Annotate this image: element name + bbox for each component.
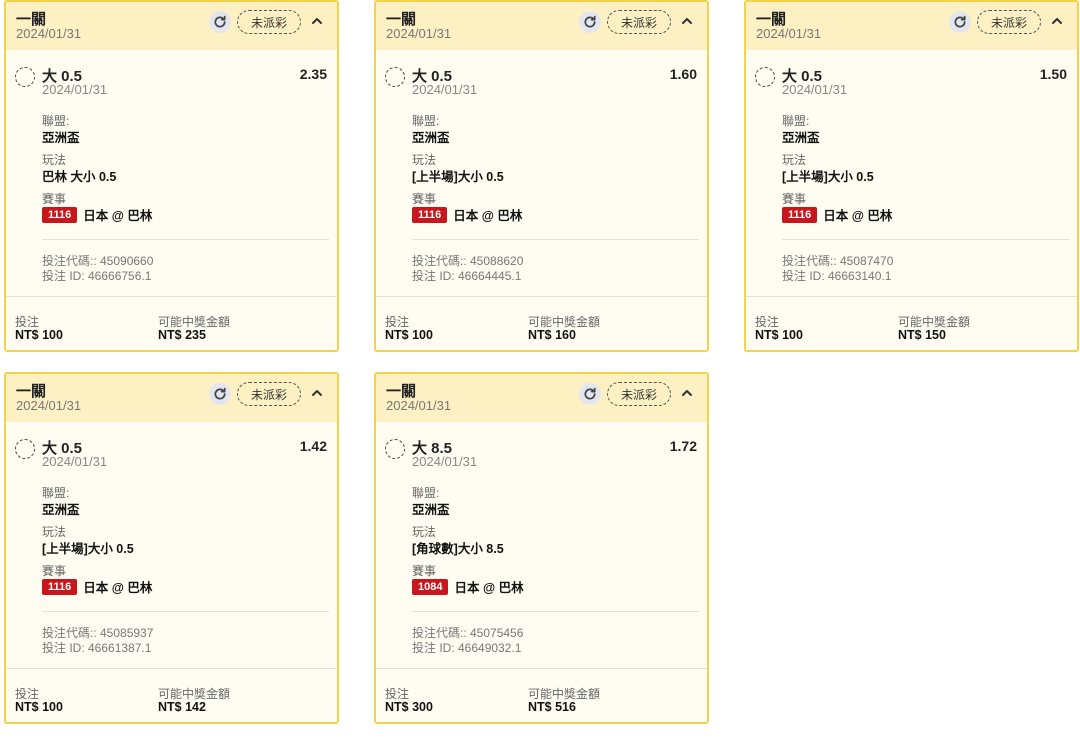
stake-value: NT$ 100 <box>15 328 63 342</box>
bet-id: 投注 ID: 46666756.1 <box>42 269 152 283</box>
bet-slip-grid: 一關 2024/01/31 未派彩 大 0.5 2024/01/31 2.35 … <box>0 0 1080 750</box>
match-name: 日本 @ 巴林 <box>453 209 523 223</box>
bet-date: 2024/01/31 <box>16 26 82 41</box>
bet-card-header[interactable]: 一關 2024/01/31 未派彩 <box>6 374 337 422</box>
status-badge: 未派彩 <box>237 382 301 406</box>
stake-value: NT$ 100 <box>15 700 63 714</box>
bet-card-footer: 投注 NT$ 100 可能中獎金額 NT$ 160 <box>376 296 707 350</box>
odds-value: 1.72 <box>669 438 697 454</box>
payout-value: NT$ 160 <box>528 328 576 342</box>
league-value: 亞洲盃 <box>412 131 450 145</box>
bet-card-header[interactable]: 一關 2024/01/31 未派彩 <box>376 2 707 50</box>
refresh-icon[interactable] <box>209 383 231 405</box>
match-row: 1116 日本 @ 巴林 <box>412 205 522 224</box>
divider <box>42 239 329 240</box>
bet-date: 2024/01/31 <box>386 398 452 413</box>
stake-value: NT$ 100 <box>755 328 803 342</box>
bet-date: 2024/01/31 <box>386 26 452 41</box>
radio-circle-icon[interactable] <box>755 67 775 87</box>
payout-value: NT$ 142 <box>158 700 206 714</box>
selection-date: 2024/01/31 <box>42 454 108 469</box>
status-badge: 未派彩 <box>607 382 671 406</box>
league-value: 亞洲盃 <box>412 503 450 517</box>
match-row: 1084 日本 @ 巴林 <box>412 577 524 596</box>
radio-circle-icon[interactable] <box>15 67 35 87</box>
market-value: [角球數]大小 8.5 <box>412 542 504 556</box>
match-id-badge: 1116 <box>782 206 818 223</box>
bet-card: 一關 2024/01/31 未派彩 大 8.5 2024/01/31 1.72 … <box>374 372 709 724</box>
bet-date: 2024/01/31 <box>756 26 822 41</box>
match-id-badge: 1116 <box>412 206 448 223</box>
market-value: [上半場]大小 0.5 <box>412 170 504 184</box>
refresh-icon[interactable] <box>579 11 601 33</box>
chevron-up-icon[interactable] <box>308 12 326 30</box>
match-name: 日本 @ 巴林 <box>454 581 524 595</box>
divider <box>42 611 329 612</box>
match-id-badge: 1116 <box>42 578 78 595</box>
bet-card-footer: 投注 NT$ 100 可能中獎金額 NT$ 142 <box>6 668 337 722</box>
divider <box>782 239 1069 240</box>
bet-id: 投注 ID: 46649032.1 <box>412 641 522 655</box>
bet-date: 2024/01/31 <box>16 398 82 413</box>
match-name: 日本 @ 巴林 <box>83 581 153 595</box>
chevron-up-icon[interactable] <box>308 384 326 402</box>
market-value: 巴林 大小 0.5 <box>42 170 117 184</box>
payout-value: NT$ 235 <box>158 328 206 342</box>
radio-circle-icon[interactable] <box>385 67 405 87</box>
odds-value: 1.42 <box>299 438 327 454</box>
refresh-icon[interactable] <box>579 383 601 405</box>
status-badge: 未派彩 <box>977 10 1041 34</box>
payout-value: NT$ 150 <box>898 328 946 342</box>
match-row: 1116 日本 @ 巴林 <box>782 205 892 224</box>
selection-date: 2024/01/31 <box>412 82 478 97</box>
selection-date: 2024/01/31 <box>782 82 848 97</box>
bet-card: 一關 2024/01/31 未派彩 大 0.5 2024/01/31 1.60 … <box>374 0 709 352</box>
odds-value: 1.50 <box>1039 66 1067 82</box>
chevron-up-icon[interactable] <box>1048 12 1066 30</box>
divider <box>412 611 699 612</box>
refresh-icon[interactable] <box>209 11 231 33</box>
divider <box>412 239 699 240</box>
league-value: 亞洲盃 <box>782 131 820 145</box>
chevron-up-icon[interactable] <box>678 12 696 30</box>
match-name: 日本 @ 巴林 <box>823 209 893 223</box>
bet-card-footer: 投注 NT$ 300 可能中獎金額 NT$ 516 <box>376 668 707 722</box>
bet-card: 一關 2024/01/31 未派彩 大 0.5 2024/01/31 1.50 … <box>744 0 1079 352</box>
market-value: [上半場]大小 0.5 <box>782 170 874 184</box>
radio-circle-icon[interactable] <box>385 439 405 459</box>
refresh-icon[interactable] <box>949 11 971 33</box>
odds-value: 2.35 <box>299 66 327 82</box>
radio-circle-icon[interactable] <box>15 439 35 459</box>
match-row: 1116 日本 @ 巴林 <box>42 205 152 224</box>
league-value: 亞洲盃 <box>42 131 80 145</box>
market-value: [上半場]大小 0.5 <box>42 542 134 556</box>
match-row: 1116 日本 @ 巴林 <box>42 577 152 596</box>
status-badge: 未派彩 <box>237 10 301 34</box>
bet-id: 投注 ID: 46661387.1 <box>42 641 152 655</box>
status-badge: 未派彩 <box>607 10 671 34</box>
selection-date: 2024/01/31 <box>42 82 108 97</box>
bet-card: 一關 2024/01/31 未派彩 大 0.5 2024/01/31 2.35 … <box>4 0 339 352</box>
bet-card-header[interactable]: 一關 2024/01/31 未派彩 <box>6 2 337 50</box>
bet-card-header[interactable]: 一關 2024/01/31 未派彩 <box>376 374 707 422</box>
league-value: 亞洲盃 <box>42 503 80 517</box>
chevron-up-icon[interactable] <box>678 384 696 402</box>
stake-value: NT$ 100 <box>385 328 433 342</box>
bet-card: 一關 2024/01/31 未派彩 大 0.5 2024/01/31 1.42 … <box>4 372 339 724</box>
bet-card-footer: 投注 NT$ 100 可能中獎金額 NT$ 150 <box>746 296 1077 350</box>
selection-date: 2024/01/31 <box>412 454 478 469</box>
bet-card-footer: 投注 NT$ 100 可能中獎金額 NT$ 235 <box>6 296 337 350</box>
match-id-badge: 1084 <box>412 578 449 595</box>
payout-value: NT$ 516 <box>528 700 576 714</box>
odds-value: 1.60 <box>669 66 697 82</box>
match-name: 日本 @ 巴林 <box>83 209 153 223</box>
bet-id: 投注 ID: 46663140.1 <box>782 269 892 283</box>
bet-id: 投注 ID: 46664445.1 <box>412 269 522 283</box>
stake-value: NT$ 300 <box>385 700 433 714</box>
match-id-badge: 1116 <box>42 206 78 223</box>
bet-card-header[interactable]: 一關 2024/01/31 未派彩 <box>746 2 1077 50</box>
